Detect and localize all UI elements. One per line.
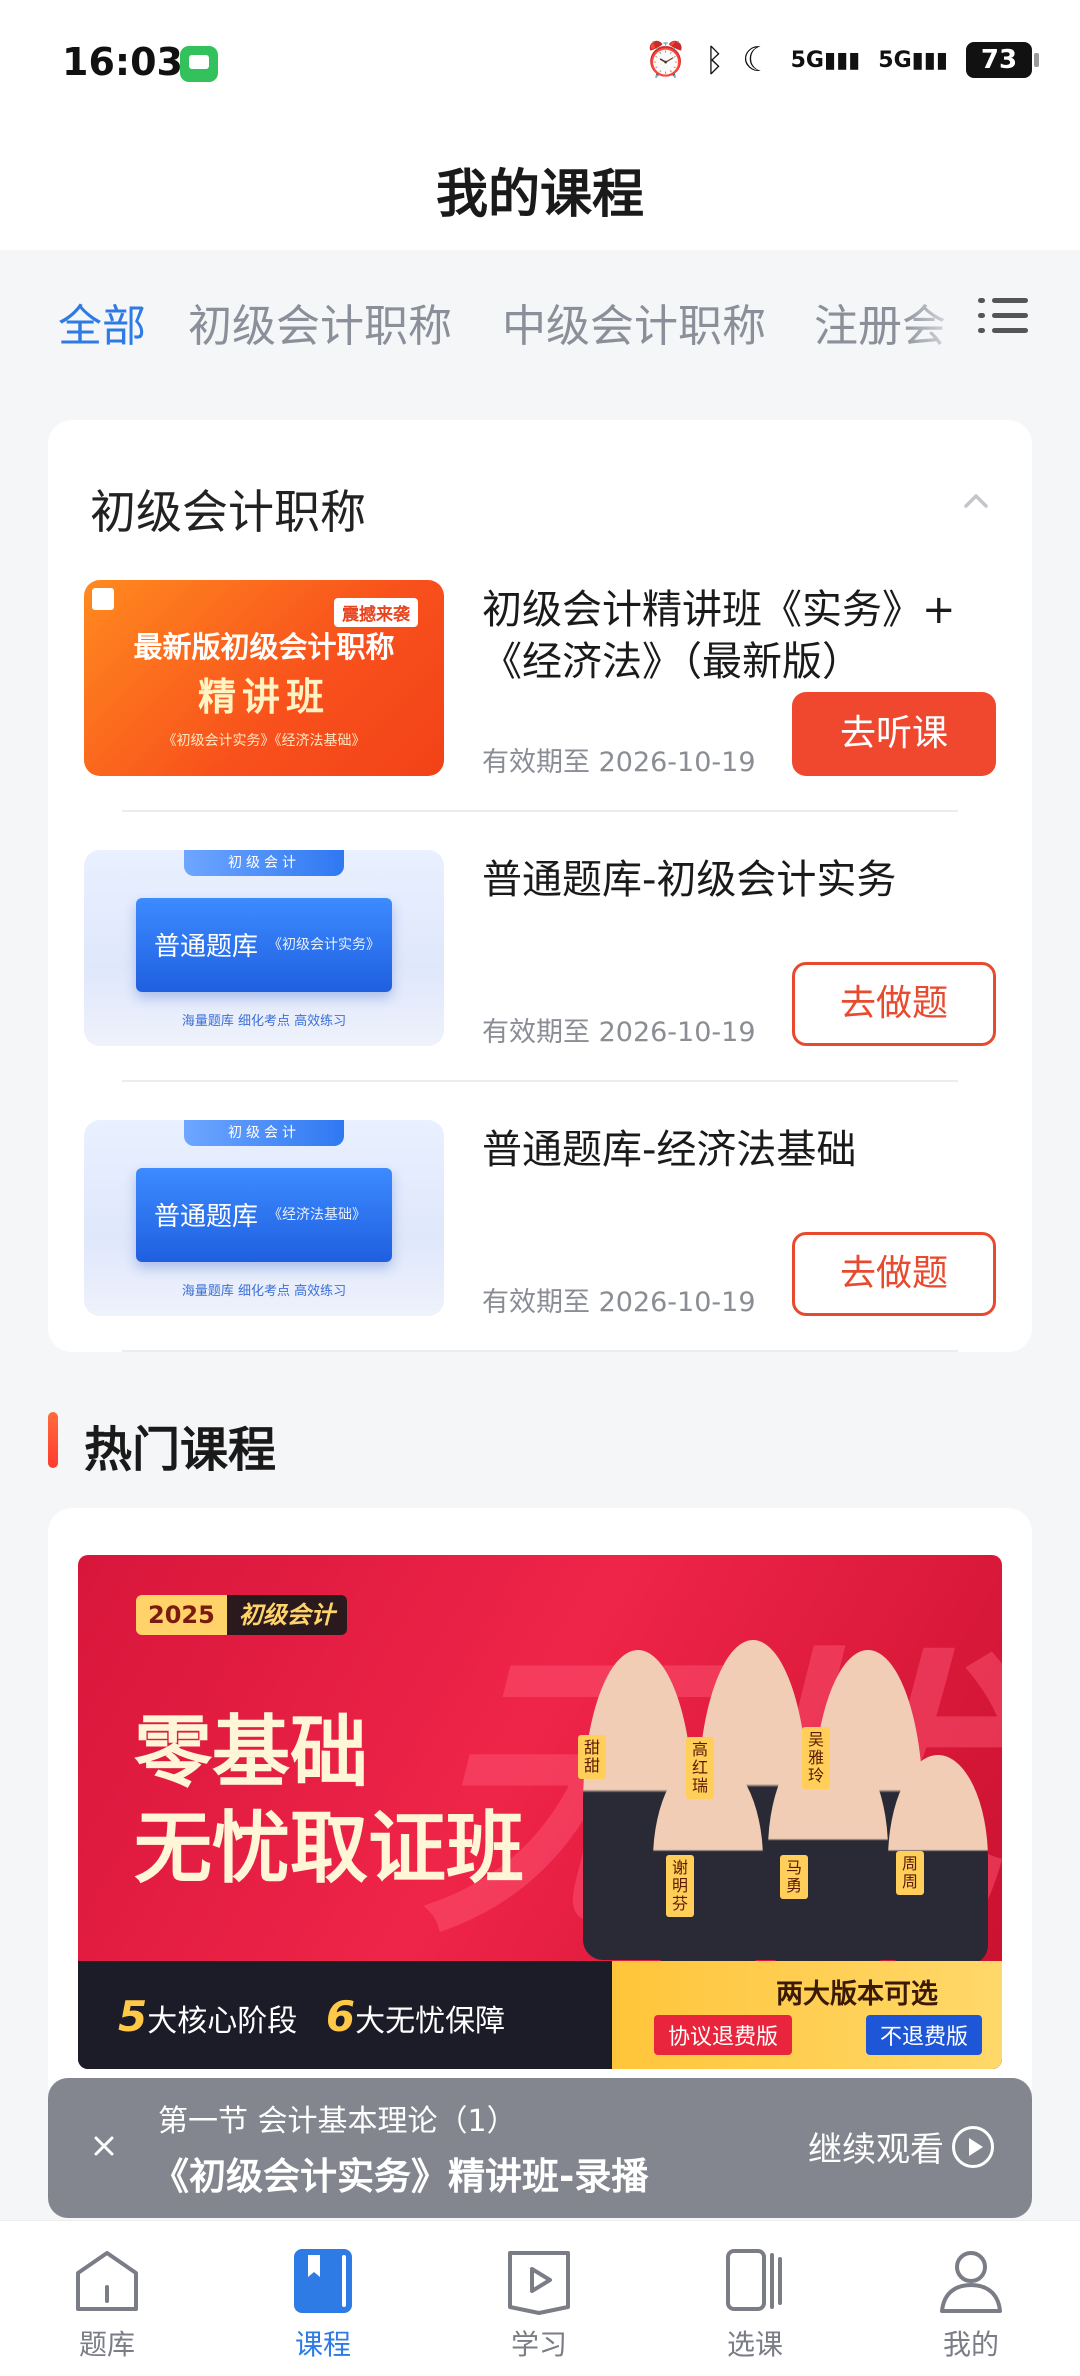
nav-label: 我的 bbox=[942, 2328, 999, 2361]
hot-section-title: 热门课程 bbox=[84, 1422, 277, 1478]
thumb-sub: 《经济法基础》 bbox=[268, 1207, 366, 1223]
banner-headline: 零基础 无忧取证班 bbox=[134, 1705, 524, 1897]
course-expiry: 有效期至 2026-10-19 bbox=[482, 1017, 756, 1048]
thumb-foot: 海量题库 细化考点 高效练习 bbox=[181, 1284, 347, 1299]
nav-item-course[interactable]: 课程 bbox=[253, 2243, 393, 2363]
signal-icon-1: 5G▮▮▮ bbox=[790, 47, 861, 73]
logo-icon bbox=[92, 588, 114, 610]
teacher-name-tag: 甜甜 bbox=[578, 1735, 606, 1779]
thumb-title: 普通题库 bbox=[154, 1202, 259, 1232]
study-play-icon bbox=[508, 2251, 570, 2315]
status-bar: 16:03 ⏰ ᛒ ☾ 5G▮▮▮ 5G▮▮▮ 73 bbox=[0, 0, 1080, 130]
divider bbox=[122, 1080, 958, 1082]
question-bank-icon bbox=[76, 2251, 138, 2311]
course-item[interactable]: 初级会计 普通题库 《经济法基础》 海量题库 细化考点 高效练习 普通题库-经济… bbox=[84, 1120, 996, 1318]
course-item[interactable]: 震撼来袭 最新版初级会计职称 精讲班 《初级会计实务》《经济法基础》 初级会计精… bbox=[84, 580, 996, 778]
tab-intermediate-accounting[interactable]: 中级会计职称 bbox=[502, 290, 766, 354]
banner-line1: 零基础 bbox=[134, 1708, 369, 1798]
listen-course-button[interactable]: 去听课 bbox=[792, 692, 996, 776]
do-exercise-button[interactable]: 去做题 bbox=[792, 1232, 996, 1316]
page-title: 我的课程 bbox=[435, 165, 644, 225]
nav-item-profile[interactable]: 我的 bbox=[901, 2243, 1041, 2363]
nav-item-question-bank[interactable]: 题库 bbox=[37, 2243, 177, 2363]
continue-title: 《初级会计实务》精讲班-录播 bbox=[152, 2155, 649, 2198]
course-thumbnail: 初级会计 普通题库 《初级会计实务》 海量题库 细化考点 高效练习 bbox=[84, 850, 444, 1046]
divider bbox=[122, 1350, 958, 1352]
nav-label: 课程 bbox=[294, 2328, 351, 2361]
tab-all[interactable]: 全部 bbox=[58, 290, 146, 354]
play-icon[interactable] bbox=[952, 2126, 994, 2168]
banner-footer-features: 5大核心阶段 6大无忧保障 bbox=[118, 1992, 506, 2041]
course-expiry: 有效期至 2026-10-19 bbox=[482, 1287, 756, 1318]
do-exercise-button[interactable]: 去做题 bbox=[792, 962, 996, 1046]
nav-item-select-course[interactable]: 选课 bbox=[685, 2243, 825, 2363]
alarm-icon: ⏰ bbox=[644, 40, 687, 80]
thumb-line1: 最新版初级会计职称 bbox=[133, 630, 395, 664]
divider bbox=[122, 810, 958, 812]
page-header: 我的课程 bbox=[0, 130, 1080, 250]
banner-version-title: 两大版本可选 bbox=[776, 1979, 938, 2010]
thumb-line3: 《初级会计实务》《经济法基础》 bbox=[162, 733, 366, 749]
course-book-icon bbox=[294, 2249, 352, 2313]
teacher-name-tag: 马勇 bbox=[780, 1855, 808, 1899]
category-tab-bar: 全部 初级会计职称 中级会计职称 注册会 bbox=[0, 260, 1080, 380]
banner-year-tag: 2025 初级会计 bbox=[136, 1595, 347, 1635]
select-course-icon bbox=[726, 2249, 782, 2311]
my-course-card: 初级会计职称 震撼来袭 最新版初级会计职称 精讲班 《初级会计实务》《经济法基础… bbox=[48, 420, 1032, 1352]
course-name: 初级会计精讲班《实务》+《经济法》（最新版） bbox=[482, 587, 956, 685]
tab-fade bbox=[900, 280, 970, 360]
banner-version-refund: 协议退费版 bbox=[653, 2015, 792, 2055]
thumb-title: 普通题库 bbox=[154, 932, 259, 962]
hot-course-banner[interactable]: 无忧 2025 初级会计 零基础 无忧取证班 甜甜 高红瑞 吴雅玲 谢明芬 马勇… bbox=[78, 1555, 1002, 2069]
profile-icon bbox=[940, 2251, 1002, 2313]
thumb-foot: 海量题库 细化考点 高效练习 bbox=[181, 1014, 347, 1029]
continue-watching-bar[interactable]: 第一节 会计基本理论（1） 《初级会计实务》精讲班-录播 继续观看 bbox=[48, 2078, 1032, 2218]
teacher-name-tag: 周周 bbox=[896, 1851, 924, 1895]
thumb-sub: 《初级会计实务》 bbox=[268, 937, 380, 953]
tab-junior-accounting[interactable]: 初级会计职称 bbox=[188, 290, 452, 354]
course-expiry: 有效期至 2026-10-19 bbox=[482, 747, 756, 778]
teacher-name-tag: 吴雅玲 bbox=[802, 1727, 830, 1789]
thumb-badge: 震撼来袭 bbox=[334, 598, 418, 627]
banner-category: 初级会计 bbox=[226, 1595, 347, 1635]
teacher-name-tag: 高红瑞 bbox=[686, 1737, 714, 1799]
continue-section: 第一节 会计基本理论（1） bbox=[158, 2104, 517, 2139]
thumb-line2: 精讲班 bbox=[197, 675, 330, 719]
course-name: 普通题库-经济法基础 bbox=[482, 1127, 857, 1173]
nav-label: 学习 bbox=[510, 2328, 567, 2361]
status-time: 16:03 bbox=[62, 40, 183, 84]
tab-menu-icon[interactable] bbox=[978, 296, 1028, 336]
thumb-tag: 初级会计 bbox=[184, 850, 344, 876]
banner-line2: 无忧取证班 bbox=[134, 1804, 525, 1894]
hot-section-marker bbox=[48, 1412, 58, 1468]
course-thumbnail: 初级会计 普通题库 《经济法基础》 海量题库 细化考点 高效练习 bbox=[84, 1120, 444, 1316]
thumb-tag: 初级会计 bbox=[184, 1120, 344, 1146]
bottom-nav: 题库 课程 学习 选课 我的 bbox=[0, 2220, 1080, 2376]
signal-icon-2: 5G▮▮▮ bbox=[878, 47, 948, 73]
nav-label: 选课 bbox=[726, 2328, 783, 2361]
nav-item-study[interactable]: 学习 bbox=[469, 2243, 609, 2363]
close-icon[interactable] bbox=[82, 2124, 126, 2168]
course-name: 普通题库-初级会计实务 bbox=[482, 857, 897, 903]
chevron-up-icon[interactable] bbox=[962, 486, 990, 514]
course-section-title: 初级会计职称 bbox=[90, 485, 366, 539]
course-item[interactable]: 初级会计 普通题库 《初级会计实务》 海量题库 细化考点 高效练习 普通题库-初… bbox=[84, 850, 996, 1048]
message-notification-icon bbox=[180, 46, 218, 82]
course-thumbnail: 震撼来袭 最新版初级会计职称 精讲班 《初级会计实务》《经济法基础》 bbox=[84, 580, 444, 776]
nav-label: 题库 bbox=[78, 2328, 135, 2361]
battery-icon: 73 bbox=[966, 42, 1039, 78]
status-icons: ⏰ ᛒ ☾ 5G▮▮▮ 5G▮▮▮ 73 bbox=[644, 40, 1039, 80]
banner-year: 2025 bbox=[136, 1595, 227, 1635]
teacher-name-tag: 谢明芬 bbox=[666, 1855, 694, 1917]
banner-version-norefund: 不退费版 bbox=[865, 2015, 982, 2055]
bluetooth-icon: ᛒ bbox=[704, 41, 725, 79]
do-not-disturb-icon: ☾ bbox=[742, 40, 773, 80]
continue-watching-button[interactable]: 继续观看 bbox=[808, 2122, 944, 2171]
